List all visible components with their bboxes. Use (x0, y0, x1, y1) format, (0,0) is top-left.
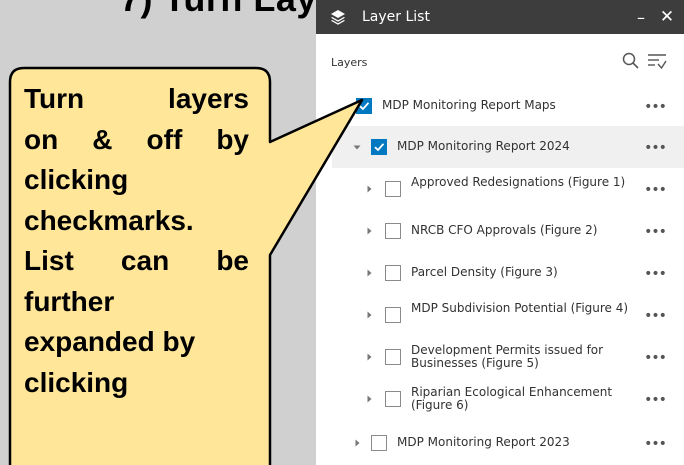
layer-row[interactable]: Approved Redesignations (Figure 1) ••• (316, 168, 684, 210)
callout-line: clicking (24, 164, 129, 195)
more-options-icon[interactable]: ••• (644, 266, 667, 282)
callout-line: on & off by (24, 123, 249, 155)
layer-checkbox-checked[interactable] (356, 98, 372, 114)
more-options-icon[interactable]: ••• (644, 99, 667, 115)
layer-row[interactable]: Development Permits issued for Businesse… (316, 336, 684, 378)
layer-checkbox[interactable] (385, 181, 401, 197)
layer-row[interactable]: Parcel Density (Figure 3) ••• (316, 252, 684, 294)
close-button[interactable]: ✕ (656, 7, 678, 27)
more-options-icon[interactable]: ••• (644, 224, 667, 240)
layers-toolbar: Layers (316, 34, 684, 86)
callout-line: clicking (24, 366, 129, 398)
caret-right-icon[interactable] (364, 352, 374, 362)
layer-row[interactable]: NRCB CFO Approvals (Figure 2) ••• (316, 210, 684, 252)
layer-label: Parcel Density (Figure 3) (411, 265, 558, 279)
layer-label: MDP Monitoring Report 2023 (397, 434, 570, 449)
more-options-icon[interactable]: ••• (644, 392, 667, 408)
layer-row[interactable]: MDP Monitoring Report Maps ••• (316, 86, 684, 126)
layer-checkbox[interactable] (385, 265, 401, 281)
caret-right-icon[interactable] (364, 226, 374, 236)
layer-label: Development Permits issued for Businesse… (411, 343, 604, 370)
callout-line: further (24, 285, 115, 317)
checkmark-icon (359, 102, 370, 111)
layer-checkbox[interactable] (371, 434, 387, 451)
layer-label: Approved Redesignations (Figure 1) (411, 175, 626, 189)
layer-row[interactable]: MDP Subdivision Potential (Figure 4) ••• (316, 294, 684, 336)
layer-label: MDP Subdivision Potential (Figure 4) (411, 301, 629, 315)
panel-header: Layer List – ✕ (316, 0, 684, 34)
panel-title: Layer List (362, 9, 430, 25)
more-options-icon[interactable]: ••• (644, 436, 667, 452)
layer-checkbox[interactable] (385, 307, 401, 323)
checkmark-icon (374, 143, 385, 152)
filter-list-icon[interactable] (646, 51, 668, 71)
layer-checkbox-checked[interactable] (371, 139, 387, 155)
callout-line: checkmarks. (24, 204, 194, 236)
more-options-icon[interactable]: ••• (644, 182, 667, 198)
layer-label: Riparian Ecological Enhancement (Figure … (411, 385, 613, 412)
layer-label: MDP Monitoring Report Maps (382, 98, 556, 112)
caret-right-icon[interactable] (364, 310, 374, 320)
callout-line: Turn layers (24, 83, 249, 114)
layer-checkbox[interactable] (385, 391, 401, 407)
callout-text: Turn layers on & off by clicking checkma… (24, 79, 249, 403)
layers-label: Layers (331, 56, 368, 69)
caret-down-icon[interactable] (352, 142, 362, 152)
layer-row[interactable]: Riparian Ecological Enhancement (Figure … (316, 378, 684, 420)
more-options-icon[interactable]: ••• (644, 140, 667, 156)
minimize-button[interactable]: – (630, 8, 652, 27)
caret-right-icon[interactable] (364, 184, 374, 194)
caret-right-icon[interactable] (364, 394, 374, 404)
layer-label: MDP Monitoring Report 2024 (397, 139, 570, 153)
layers-icon (331, 10, 345, 25)
more-options-icon[interactable]: ••• (644, 308, 667, 324)
layer-list-panel: Layer List – ✕ Layers MDP Monitoring Rep… (316, 0, 684, 465)
search-icon[interactable] (621, 51, 641, 71)
layer-label: NRCB CFO Approvals (Figure 2) (411, 223, 598, 237)
more-options-icon[interactable]: ••• (644, 350, 667, 366)
callout-line: List can be (24, 245, 249, 276)
callout-line: expanded by (24, 326, 196, 357)
layer-checkbox[interactable] (385, 223, 401, 239)
layer-row[interactable]: MDP Monitoring Report 2024 ••• (332, 126, 684, 168)
caret-right-icon[interactable] (364, 268, 374, 278)
layer-row[interactable]: MDP Monitoring Report 2023 ••• (316, 420, 684, 465)
layer-checkbox[interactable] (385, 349, 401, 365)
caret-right-icon[interactable] (352, 438, 362, 448)
